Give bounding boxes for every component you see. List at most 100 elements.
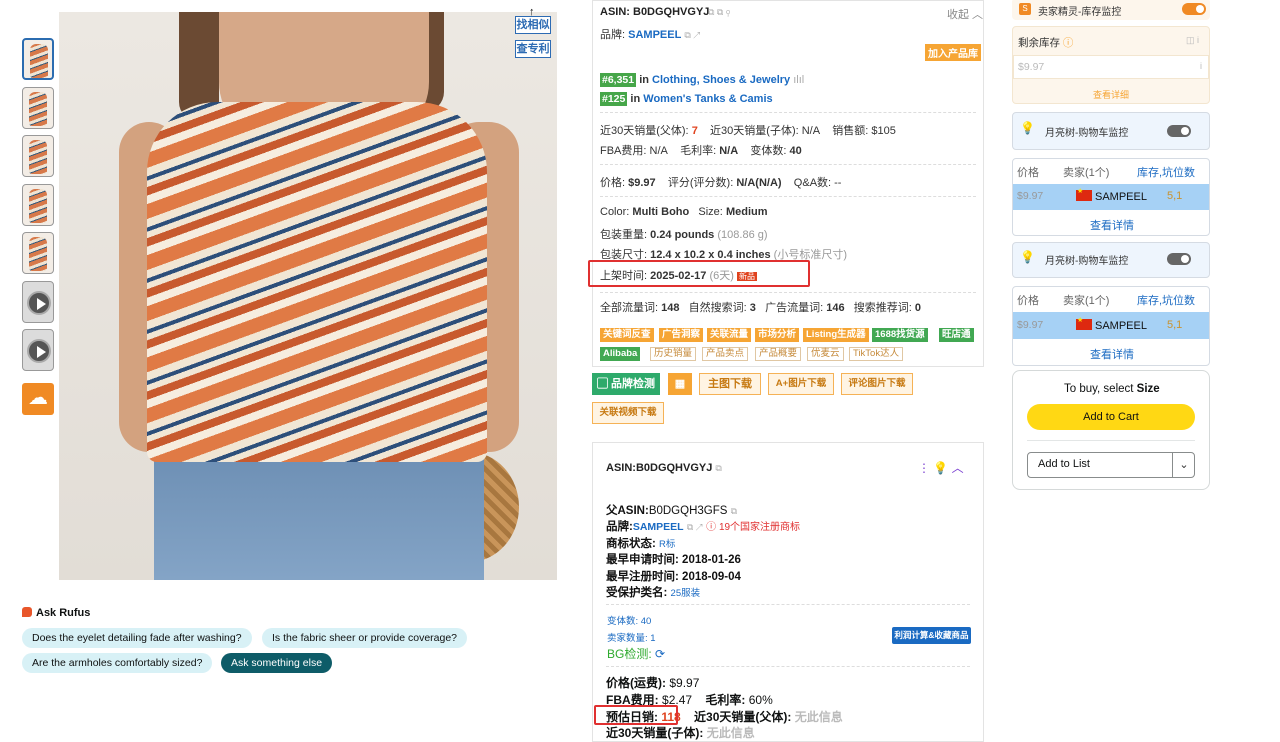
collapse-button[interactable]: 收起 ︿ (947, 6, 983, 22)
tool-tag[interactable]: 1688找货源 (872, 328, 928, 342)
ask-something-else-button[interactable]: Ask something else (221, 653, 333, 673)
calculator-icon[interactable]: ▦ (668, 373, 692, 395)
refresh-icon[interactable]: ⟳ (655, 647, 665, 661)
tool-tag[interactable]: 产品概要 (755, 347, 802, 361)
rufus-icon (22, 607, 32, 617)
tool-tag[interactable]: 关键词反查 (600, 328, 654, 342)
add-to-list-label: Add to List (1038, 458, 1090, 470)
tool-tag[interactable]: Listing生成器 (803, 328, 869, 342)
rank-category-link[interactable]: Women's Tanks & Camis (643, 93, 772, 105)
view-detail-link[interactable]: 查看详情 (1090, 217, 1134, 233)
tool-tag[interactable]: 旺店通 (939, 328, 974, 342)
lightbulb-icon[interactable]: ⋮ 💡 ︿ (918, 459, 964, 476)
col-seller: 卖家(1个) (1063, 295, 1110, 307)
listed-date-highlight (588, 260, 810, 287)
aplus-download-button[interactable]: A+图片下载 (768, 373, 834, 395)
rufus-title: Ask Rufus (22, 607, 90, 619)
chevron-down-icon[interactable]: ⌄ (1172, 452, 1195, 478)
brand-link[interactable]: SAMPEEL (628, 29, 681, 41)
variation-row: Color: Multi Boho Size: Medium (600, 206, 768, 218)
view-detail-link[interactable]: 查看详细 (1093, 88, 1129, 101)
tool-tag[interactable]: 历史销量 (650, 347, 697, 361)
thumbnail-2[interactable] (22, 87, 54, 129)
rufus-question-chip[interactable]: Are the armholes comfortably sized? (22, 653, 213, 673)
lightbulb-icon: 💡 (1020, 250, 1035, 264)
keyword-row: 全部流量词: 148 自然搜索词: 3 广告流量词: 146 搜索推荐词: 0 (600, 302, 921, 314)
row-price: $9.97 (1017, 319, 1044, 331)
thumbnail-1[interactable] (22, 38, 54, 80)
video-thumbnail-2[interactable] (22, 329, 54, 371)
monitor-title: 月亮树-购物车监控 (1045, 256, 1129, 267)
tool-tag[interactable]: 优麦云 (807, 347, 844, 361)
row-price: $9.97 (1017, 190, 1044, 202)
trademark-warning: ⓘ 19个国家注册商标 (706, 522, 801, 533)
cart-monitor-toggle[interactable] (1167, 253, 1191, 265)
copy-icon[interactable]: ⧉ ⧉ ⚲ (708, 7, 730, 18)
col-stock: 库存,坑位数 (1137, 295, 1196, 307)
tool-tag[interactable]: 关联流量 (707, 328, 752, 342)
row-stock: 5,1 (1167, 190, 1183, 202)
card2-brand-link[interactable]: SAMPEEL (633, 521, 684, 533)
check-patent-button[interactable]: 查专利 (515, 40, 551, 58)
video-thumbnail-1[interactable] (22, 281, 54, 323)
price-row: 价格: $9.97 评分(评分数): N/A(N/A) Q&A数: -- (600, 177, 842, 189)
tool-tag[interactable]: 广告洞察 (659, 328, 704, 342)
rank-row-1: #6,351 in Clothing, Shoes & Jewelry ılıl (600, 73, 805, 87)
play-icon (27, 339, 51, 363)
earliest-reg-row: 最早注册时间: 2018-09-04 (606, 571, 741, 583)
china-flag-icon (1076, 316, 1092, 330)
cloud-download-icon[interactable]: ☁ (22, 383, 54, 415)
card2-asin: ASIN:B0DGQHVGYJ ⧉ (606, 462, 722, 474)
sellers-count: 卖家数量: 1 (607, 633, 656, 644)
profit-calc-button[interactable]: 利润计算&收藏商品 (892, 627, 971, 644)
rank-category-link[interactable]: Clothing, Shoes & Jewelry (652, 74, 790, 86)
protected-class-row: 受保护类名: 25服装 (606, 587, 701, 599)
find-similar-button[interactable]: 找相似 (515, 16, 551, 34)
col-seller: 卖家(1个) (1063, 167, 1110, 179)
china-flag-icon (1076, 187, 1092, 201)
lightbulb-icon: 💡 (1020, 121, 1035, 135)
thumbnail-5[interactable] (22, 232, 54, 274)
stock-label: 剩余库存 ⓘ (1018, 37, 1074, 49)
daily-sales-highlight (594, 705, 678, 725)
rufus-title-text: Ask Rufus (36, 607, 91, 619)
rufus-question-chip[interactable]: Is the fabric sheer or provide coverage? (262, 628, 468, 648)
earliest-apply-row: 最早申请时间: 2018-01-26 (606, 554, 741, 566)
stock-monitor-toggle[interactable] (1182, 3, 1206, 15)
brand-row: 品牌: SAMPEEL ⧉ ↗ (600, 29, 701, 41)
col-price: 价格 (1017, 167, 1039, 179)
card2-price-row: 价格(运费): $9.97 (606, 676, 700, 690)
main-image-download-button[interactable]: 主图下载 (699, 373, 761, 395)
seller-sprite-icon: S (1019, 3, 1031, 15)
variants-count: 变体数: 40 (607, 616, 652, 627)
row-stock: 5,1 (1167, 319, 1183, 331)
related-video-download-button[interactable]: 关联视频下载 (592, 402, 664, 424)
tool-tag[interactable]: 产品卖点 (702, 347, 749, 361)
main-product-image[interactable] (59, 12, 557, 580)
thumbnail-4[interactable] (22, 184, 54, 226)
camera-icon[interactable]: ◫ i (1186, 35, 1199, 46)
row-seller: SAMPEEL (1076, 316, 1147, 332)
col-stock: 库存,坑位数 (1137, 167, 1196, 179)
bg-check-row: BG检测: ⟳ (607, 647, 666, 661)
rufus-question-chip[interactable]: Does the eyelet detailing fade after was… (22, 628, 252, 648)
tm-status-row: 商标状态: R标 (606, 538, 676, 550)
cart-monitor-toggle[interactable] (1167, 125, 1191, 137)
brand-check-button[interactable]: ▢ 品牌检测 (592, 373, 660, 395)
card2-brand-row: 品牌:SAMPEEL ⧉ ↗ ⓘ 19个国家注册商标 (606, 521, 801, 533)
add-to-cart-button[interactable]: Add to Cart (1027, 404, 1195, 430)
tool-tag[interactable]: Alibaba (600, 347, 641, 361)
add-to-library-button[interactable]: 加入产品库 (925, 44, 981, 61)
to-buy-hint: To buy, select Size (1064, 383, 1160, 395)
view-detail-link[interactable]: 查看详情 (1090, 346, 1134, 362)
tool-tag[interactable]: 市场分析 (755, 328, 800, 342)
monitor-title: 月亮树-购物车监控 (1045, 128, 1129, 139)
row-seller: SAMPEEL (1076, 187, 1147, 203)
seller-sprite-title: 卖家精灵-库存监控 (1038, 7, 1122, 18)
review-image-download-button[interactable]: 评论图片下载 (841, 373, 913, 395)
sales-row: 近30天销量(父体): 7 近30天销量(子体): N/A 销售额: $105 (600, 125, 896, 137)
info-icon: i (1200, 61, 1202, 71)
tool-tag[interactable]: TikTok达人 (849, 347, 904, 361)
thumbnail-3[interactable] (22, 135, 54, 177)
fba-row: FBA费用: N/A 毛利率: N/A 变体数: 40 (600, 145, 802, 157)
